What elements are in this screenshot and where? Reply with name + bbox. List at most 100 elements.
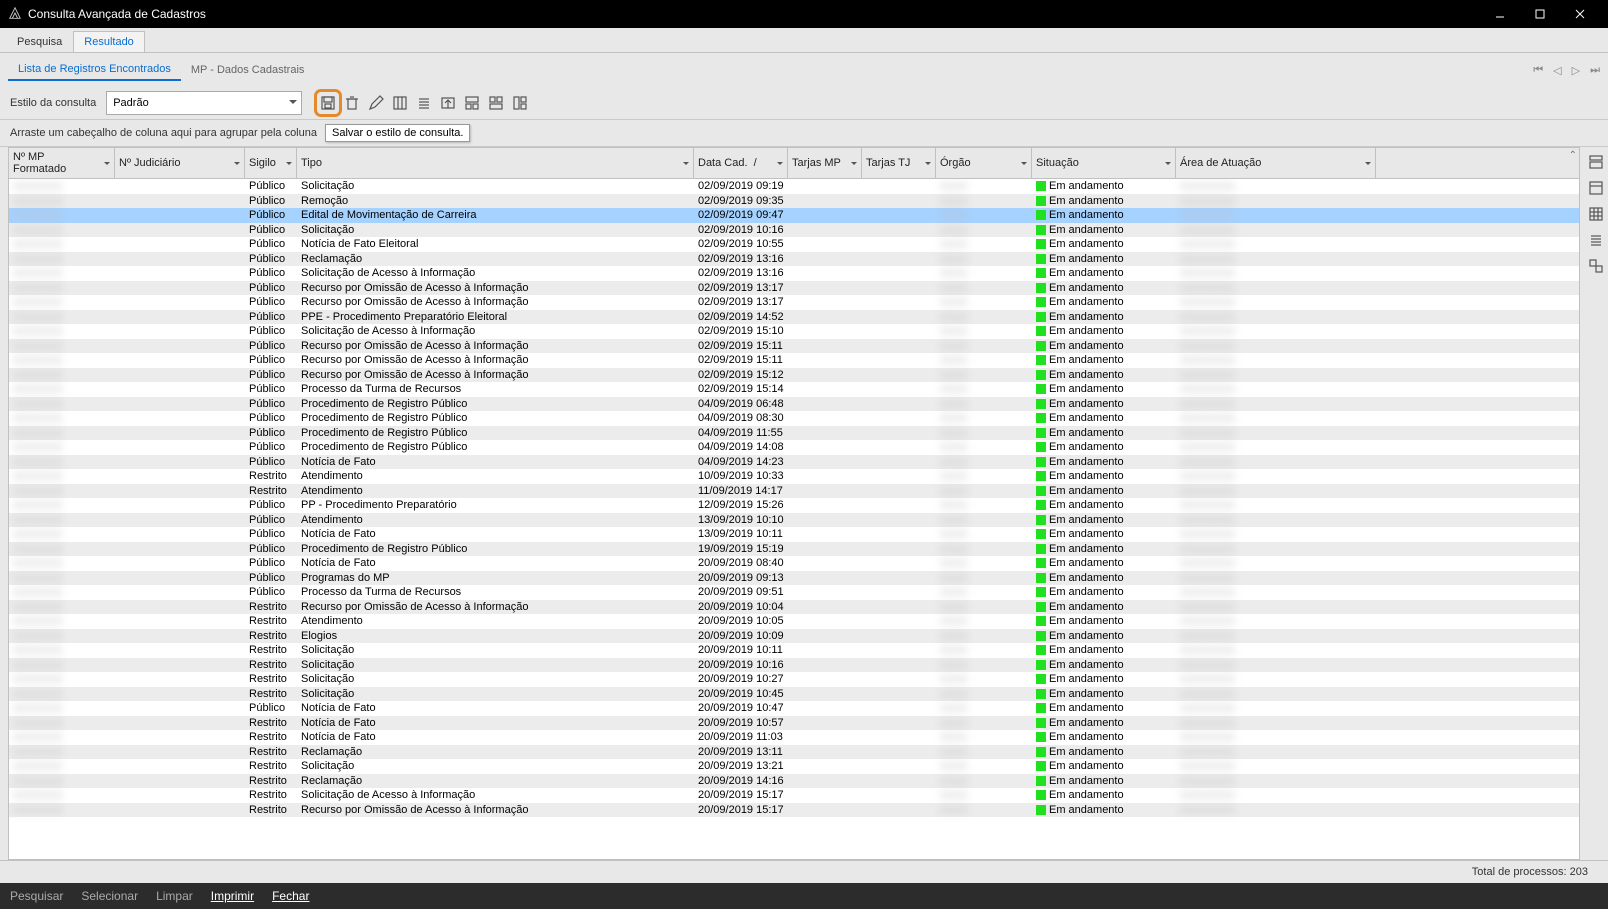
col-area[interactable]: Área de Atuação: [1176, 148, 1376, 178]
table-row[interactable]: xxxxxxxxxPúblicoRecurso por Omissão de A…: [9, 295, 1579, 310]
tab-resultado[interactable]: Resultado: [73, 31, 145, 52]
table-row[interactable]: xxxxxxxxxRestritoReclamação20/09/2019 14…: [9, 774, 1579, 789]
table-row[interactable]: xxxxxxxxxPúblicoNotícia de Fato Eleitora…: [9, 237, 1579, 252]
table-row[interactable]: xxxxxxxxxRestritoAtendimento11/09/2019 1…: [9, 484, 1579, 499]
tab-pesquisa[interactable]: Pesquisa: [6, 31, 73, 52]
table-row[interactable]: xxxxxxxxxPúblicoProgramas do MP20/09/201…: [9, 571, 1579, 586]
footer-limpar[interactable]: Limpar: [156, 889, 193, 903]
grid-body[interactable]: xxxxxxxxxPúblicoSolicitação02/09/2019 09…: [9, 179, 1579, 859]
table-row[interactable]: xxxxxxxxxPúblicoPP - Procedimento Prepar…: [9, 498, 1579, 513]
group-by-bar[interactable]: Arraste um cabeçalho de coluna aqui para…: [0, 119, 1608, 147]
cell-data: 13/09/2019 10:11: [694, 528, 788, 540]
cell-orgao: xxxxx: [936, 340, 1032, 352]
tab-lista-registros[interactable]: Lista de Registros Encontrados: [8, 59, 181, 81]
cell-area: xxxxxxxxxx: [1176, 644, 1376, 656]
col-tarjastj[interactable]: Tarjas TJ: [862, 148, 936, 178]
table-row[interactable]: xxxxxxxxxRestritoAtendimento10/09/2019 1…: [9, 469, 1579, 484]
table-row[interactable]: xxxxxxxxxPúblicoProcedimento de Registro…: [9, 440, 1579, 455]
close-button[interactable]: [1560, 0, 1600, 28]
side-btn-3[interactable]: [1587, 205, 1605, 223]
table-row[interactable]: xxxxxxxxxRestritoSolicitação20/09/2019 1…: [9, 643, 1579, 658]
table-row[interactable]: xxxxxxxxxPúblicoProcedimento de Registro…: [9, 397, 1579, 412]
grid-header: Nº MP Formatado Nº Judiciário Sigilo Tip…: [9, 148, 1579, 179]
table-row[interactable]: xxxxxxxxxPúblicoReclamação02/09/2019 13:…: [9, 252, 1579, 267]
side-btn-1[interactable]: [1587, 153, 1605, 171]
col-nmp[interactable]: Nº MP Formatado: [9, 148, 115, 178]
footer-pesquisar[interactable]: Pesquisar: [10, 889, 63, 903]
table-row[interactable]: xxxxxxxxxPúblicoSolicitação de Acesso à …: [9, 266, 1579, 281]
minimize-button[interactable]: [1480, 0, 1520, 28]
footer-imprimir[interactable]: Imprimir: [211, 889, 254, 903]
cell-nmp: xxxxxxxxx: [9, 514, 115, 526]
table-row[interactable]: xxxxxxxxxPúblicoRecurso por Omissão de A…: [9, 353, 1579, 368]
list-button[interactable]: [414, 93, 434, 113]
save-style-button[interactable]: [318, 93, 338, 113]
table-row[interactable]: xxxxxxxxxPúblicoRecurso por Omissão de A…: [9, 368, 1579, 383]
table-row[interactable]: xxxxxxxxxRestritoSolicitação20/09/2019 1…: [9, 658, 1579, 673]
table-row[interactable]: xxxxxxxxxPúblicoProcesso da Turma de Rec…: [9, 382, 1579, 397]
footer-fechar[interactable]: Fechar: [272, 889, 309, 903]
table-row[interactable]: xxxxxxxxxPúblicoNotícia de Fato04/09/201…: [9, 455, 1579, 470]
table-row[interactable]: xxxxxxxxxRestritoElogios20/09/2019 10:09…: [9, 629, 1579, 644]
delete-style-button[interactable]: [342, 93, 362, 113]
table-row[interactable]: xxxxxxxxxPúblicoSolicitação de Acesso à …: [9, 324, 1579, 339]
table-row[interactable]: xxxxxxxxxPúblicoProcedimento de Registro…: [9, 542, 1579, 557]
table-row[interactable]: xxxxxxxxxPúblicoProcedimento de Registro…: [9, 426, 1579, 441]
side-btn-5[interactable]: [1587, 257, 1605, 275]
col-orgao[interactable]: Órgão: [936, 148, 1032, 178]
nav-next-icon[interactable]: ▷: [1572, 64, 1580, 77]
footer-selecionar[interactable]: Selecionar: [81, 889, 138, 903]
estilo-select[interactable]: Padrão: [106, 91, 302, 115]
table-row[interactable]: xxxxxxxxxPúblicoNotícia de Fato20/09/201…: [9, 556, 1579, 571]
table-row[interactable]: xxxxxxxxxPúblicoSolicitação02/09/2019 09…: [9, 179, 1579, 194]
table-row[interactable]: xxxxxxxxxRestritoAtendimento20/09/2019 1…: [9, 614, 1579, 629]
layout1-button[interactable]: [462, 93, 482, 113]
cell-situacao: Em andamento: [1032, 775, 1176, 787]
col-datacad[interactable]: Data Cad. /: [694, 148, 788, 178]
cell-data: 02/09/2019 15:11: [694, 354, 788, 366]
table-row[interactable]: xxxxxxxxxPúblicoRecurso por Omissão de A…: [9, 339, 1579, 354]
col-situacao[interactable]: Situação: [1032, 148, 1176, 178]
table-row[interactable]: xxxxxxxxxPúblicoRemoção02/09/2019 09:35x…: [9, 194, 1579, 209]
nav-prev-icon[interactable]: ◁: [1553, 64, 1561, 77]
table-row[interactable]: xxxxxxxxxRestritoNotícia de Fato20/09/20…: [9, 716, 1579, 731]
table-row[interactable]: xxxxxxxxxPúblicoProcesso da Turma de Rec…: [9, 585, 1579, 600]
table-row[interactable]: xxxxxxxxxRestritoNotícia de Fato20/09/20…: [9, 730, 1579, 745]
col-tipo[interactable]: Tipo: [297, 148, 694, 178]
expand-icon[interactable]: ⌃: [1569, 150, 1577, 161]
col-njud[interactable]: Nº Judiciário: [115, 148, 245, 178]
nav-first-icon[interactable]: ⏮: [1533, 64, 1543, 77]
layout3-button[interactable]: [510, 93, 530, 113]
table-row[interactable]: xxxxxxxxxRestritoReclamação20/09/2019 13…: [9, 745, 1579, 760]
side-btn-4[interactable]: [1587, 231, 1605, 249]
maximize-button[interactable]: [1520, 0, 1560, 28]
tab-dados-cadastrais[interactable]: MP - Dados Cadastrais: [181, 60, 315, 80]
table-row[interactable]: xxxxxxxxxPúblicoAtendimento13/09/2019 10…: [9, 513, 1579, 528]
table-row[interactable]: xxxxxxxxxPúblicoNotícia de Fato20/09/201…: [9, 701, 1579, 716]
col-sigilo[interactable]: Sigilo: [245, 148, 297, 178]
table-row[interactable]: xxxxxxxxxPúblicoRecurso por Omissão de A…: [9, 281, 1579, 296]
table-row[interactable]: xxxxxxxxxRestritoRecurso por Omissão de …: [9, 600, 1579, 615]
table-row[interactable]: xxxxxxxxxRestritoSolicitação20/09/2019 1…: [9, 672, 1579, 687]
col-tarjasmp[interactable]: Tarjas MP: [788, 148, 862, 178]
table-row[interactable]: xxxxxxxxxPúblicoProcedimento de Registro…: [9, 411, 1579, 426]
cell-area: xxxxxxxxxx: [1176, 340, 1376, 352]
layout2-button[interactable]: [486, 93, 506, 113]
cell-sigilo: Restrito: [245, 601, 297, 613]
table-row[interactable]: xxxxxxxxxRestritoRecurso por Omissão de …: [9, 803, 1579, 818]
table-row[interactable]: xxxxxxxxxRestritoSolicitação20/09/2019 1…: [9, 759, 1579, 774]
table-row[interactable]: xxxxxxxxxRestritoSolicitação20/09/2019 1…: [9, 687, 1579, 702]
table-row[interactable]: xxxxxxxxxPúblicoPPE - Procedimento Prepa…: [9, 310, 1579, 325]
table-row[interactable]: xxxxxxxxxPúblicoEdital de Movimentação d…: [9, 208, 1579, 223]
table-row[interactable]: xxxxxxxxxPúblicoNotícia de Fato13/09/201…: [9, 527, 1579, 542]
table-row[interactable]: xxxxxxxxxRestritoSolicitação de Acesso à…: [9, 788, 1579, 803]
export-button[interactable]: [438, 93, 458, 113]
nav-last-icon[interactable]: ⏭: [1590, 64, 1600, 77]
cell-tipo: Solicitação de Acesso à Informação: [297, 325, 694, 337]
side-btn-2[interactable]: [1587, 179, 1605, 197]
cell-situacao: Em andamento: [1032, 746, 1176, 758]
columns-button[interactable]: [390, 93, 410, 113]
cell-orgao: xxxxx: [936, 238, 1032, 250]
edit-button[interactable]: [366, 93, 386, 113]
table-row[interactable]: xxxxxxxxxPúblicoSolicitação02/09/2019 10…: [9, 223, 1579, 238]
